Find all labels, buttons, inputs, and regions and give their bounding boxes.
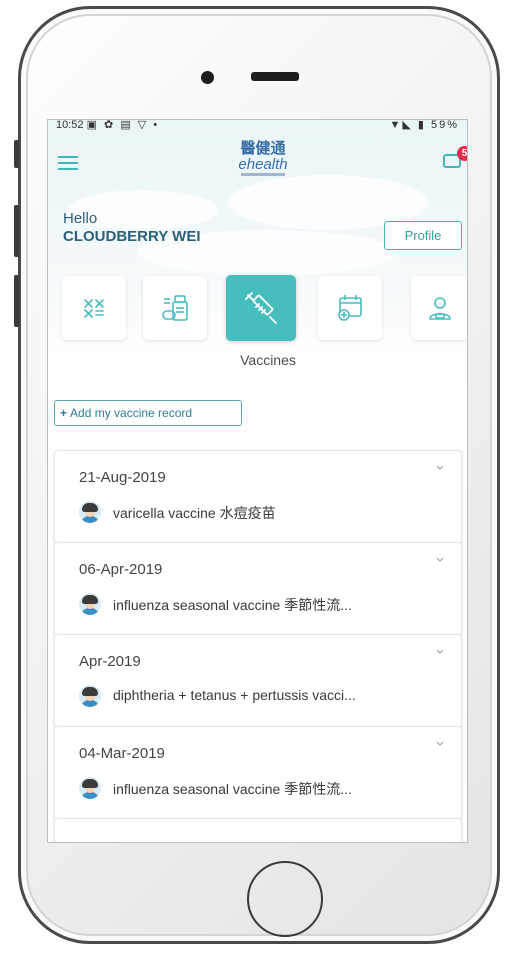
add-record-label: Add my vaccine record bbox=[70, 406, 193, 420]
vaccine-record-card-partial[interactable] bbox=[54, 818, 462, 842]
app-logo: 醫健通 ehealth bbox=[233, 140, 293, 176]
record-vaccine-name: varicella vaccine 水痘疫苗 bbox=[113, 505, 276, 521]
chevron-down-icon[interactable] bbox=[435, 555, 445, 565]
avatar-icon bbox=[79, 777, 101, 799]
user-name: CLOUDBERRY WEI bbox=[63, 228, 201, 245]
earpiece-speaker bbox=[251, 72, 299, 81]
volume-down-button bbox=[14, 275, 19, 327]
logo-english: ehealth bbox=[238, 156, 288, 173]
tile-allergy[interactable] bbox=[62, 276, 126, 340]
avatar-icon bbox=[79, 501, 101, 523]
chevron-down-icon[interactable] bbox=[435, 739, 445, 749]
tile-medication[interactable] bbox=[143, 276, 207, 340]
plus-icon: + bbox=[60, 406, 68, 420]
logo-chinese: 醫健通 bbox=[240, 140, 286, 157]
appointment-icon bbox=[338, 295, 362, 321]
volume-up-button bbox=[14, 205, 19, 257]
logo-tagline bbox=[241, 173, 285, 176]
selected-category-label: Vaccines bbox=[240, 352, 296, 368]
vaccine-record-card[interactable]: 21-Aug-2019 varicella vaccine 水痘疫苗 bbox=[54, 450, 462, 544]
record-date: 21-Aug-2019 bbox=[79, 469, 166, 486]
profile-button[interactable]: Profile bbox=[384, 221, 462, 250]
medication-icon bbox=[162, 295, 188, 321]
avatar-icon bbox=[79, 593, 101, 615]
notification-icons: ▣ ✿ ▤ ▽ • bbox=[86, 119, 160, 131]
menu-icon[interactable] bbox=[58, 156, 78, 170]
front-camera bbox=[201, 71, 214, 84]
record-vaccine-name: diphtheria + tetanus + pertussis vacci..… bbox=[113, 687, 356, 703]
tile-vaccines[interactable] bbox=[226, 275, 296, 341]
messages-button[interactable]: 5 bbox=[443, 146, 467, 170]
vaccine-record-card[interactable]: 04-Mar-2019 influenza seasonal vaccine 季… bbox=[54, 726, 462, 820]
record-vaccine-name: influenza seasonal vaccine 季節性流... bbox=[113, 597, 352, 613]
chevron-down-icon[interactable] bbox=[435, 463, 445, 473]
status-time: 10:52 bbox=[56, 119, 84, 131]
vaccine-record-card[interactable]: Apr-2019 diphtheria + tetanus + pertussi… bbox=[54, 634, 462, 728]
vaccine-record-card[interactable]: 06-Apr-2019 influenza seasonal vaccine 季… bbox=[54, 542, 462, 636]
add-vaccine-record-button[interactable]: + Add my vaccine record bbox=[54, 400, 242, 426]
status-bar: 10:52 ▣ ✿ ▤ ▽ • ▼◣ ▮ 59% bbox=[48, 120, 467, 132]
tile-appointment[interactable] bbox=[318, 276, 382, 340]
allergy-icon bbox=[84, 299, 104, 318]
record-date: Apr-2019 bbox=[79, 653, 141, 670]
chevron-down-icon[interactable] bbox=[435, 647, 445, 657]
app-screen: 10:52 ▣ ✿ ▤ ▽ • ▼◣ ▮ 59% 醫健通 ehealth 5 H… bbox=[47, 119, 468, 843]
syringe-icon bbox=[245, 292, 277, 324]
home-button[interactable] bbox=[247, 861, 323, 937]
notification-badge: 5 bbox=[457, 146, 467, 161]
greeting-hello: Hello bbox=[63, 210, 98, 227]
tile-doctor[interactable] bbox=[411, 276, 467, 340]
avatar-icon bbox=[79, 685, 101, 707]
record-vaccine-name: influenza seasonal vaccine 季節性流... bbox=[113, 781, 352, 797]
record-date: 06-Apr-2019 bbox=[79, 561, 163, 578]
system-icons: ▼◣ ▮ 59% bbox=[389, 119, 459, 131]
mute-switch bbox=[14, 140, 19, 168]
doctor-icon bbox=[429, 297, 451, 320]
record-date: 04-Mar-2019 bbox=[79, 745, 165, 762]
